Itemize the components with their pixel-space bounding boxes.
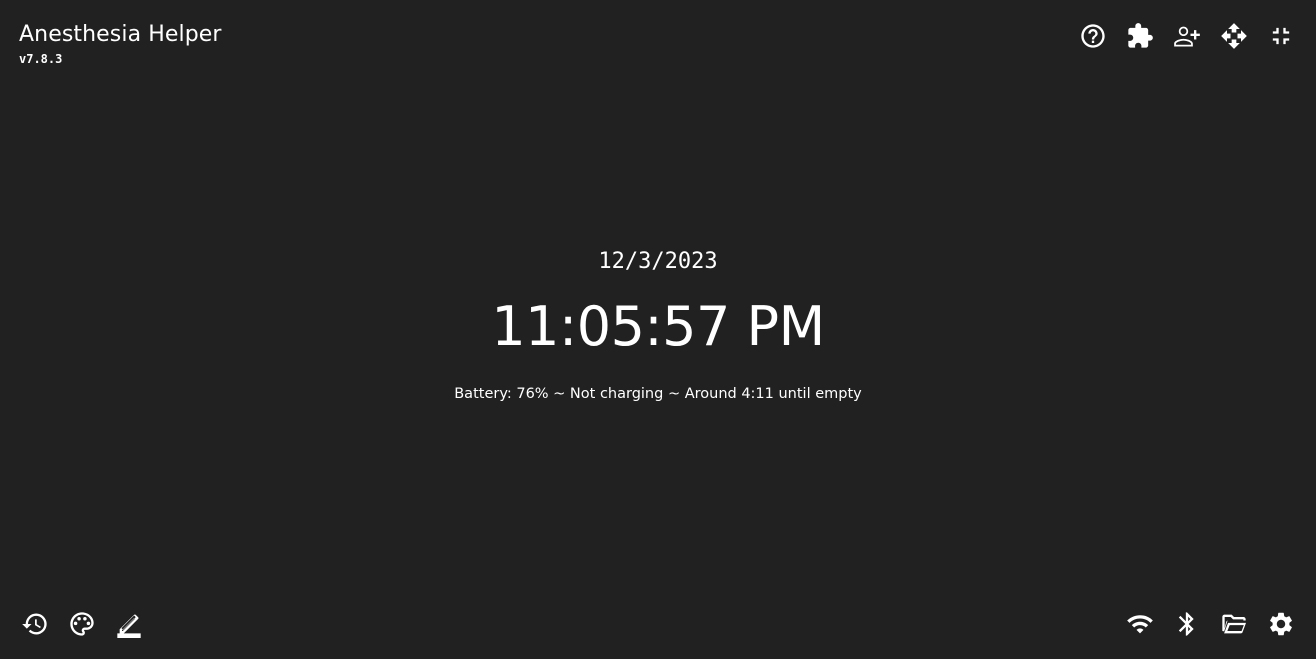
gear-icon — [1270, 612, 1292, 636]
add-user-icon — [1174, 26, 1200, 47]
move-button[interactable] — [1214, 16, 1254, 56]
history-button[interactable] — [15, 604, 55, 644]
add-user-button[interactable] — [1167, 16, 1207, 56]
wifi-icon — [1127, 615, 1153, 634]
help-icon — [1081, 24, 1105, 48]
theme-button[interactable] — [62, 604, 102, 644]
move-icon — [1221, 23, 1247, 49]
palette-icon — [70, 612, 94, 636]
help-button[interactable] — [1073, 16, 1113, 56]
extensions-button[interactable] — [1120, 16, 1160, 56]
exit-fullscreen-button[interactable] — [1261, 16, 1301, 56]
edit-button[interactable] — [109, 604, 149, 644]
clock-date: 12/3/2023 — [598, 249, 718, 274]
open-folder-button[interactable] — [1214, 604, 1254, 644]
clock-time: 11:05:57 PM — [491, 295, 825, 358]
settings-button[interactable] — [1261, 604, 1301, 644]
folder-open-icon — [1222, 614, 1247, 634]
app-root: Anesthesia Helper v7.8.3 12/3/2023 11:05… — [0, 0, 1316, 659]
history-icon — [22, 613, 47, 635]
wifi-button[interactable] — [1120, 604, 1160, 644]
battery-status: Battery: 76% ~ Not charging ~ Around 4:1… — [454, 386, 862, 402]
bluetooth-icon — [1178, 612, 1194, 636]
app-version: v7.8.3 — [19, 52, 63, 66]
exit-fullscreen-icon — [1272, 27, 1290, 45]
edit-icon — [117, 614, 141, 638]
app-title: Anesthesia Helper — [19, 22, 222, 47]
puzzle-icon — [1128, 23, 1153, 48]
bluetooth-button[interactable] — [1167, 604, 1207, 644]
